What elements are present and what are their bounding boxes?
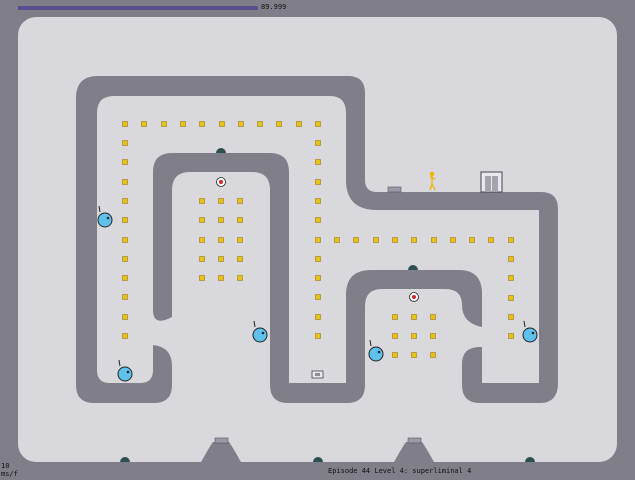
gold-piece	[122, 333, 128, 339]
gold-piece	[373, 237, 379, 243]
gold-piece	[199, 198, 205, 204]
gold-piece	[237, 275, 243, 281]
gold-piece	[218, 237, 224, 243]
frame-time-unit: ms/f	[1, 470, 18, 478]
gold-piece	[237, 217, 243, 223]
gold-piece	[237, 198, 243, 204]
mine	[216, 177, 226, 187]
gold-piece	[469, 237, 475, 243]
gold-piece	[218, 217, 224, 223]
gold-piece	[508, 295, 514, 301]
gold-piece	[315, 256, 321, 262]
gold-piece	[219, 121, 225, 127]
game-playfield	[18, 17, 617, 462]
gold-piece	[122, 275, 128, 281]
gold-piece	[392, 314, 398, 320]
gold-piece	[218, 198, 224, 204]
gold-piece	[315, 198, 321, 204]
launch-pad	[407, 437, 422, 444]
gold-piece	[411, 352, 417, 358]
level-name: Episode 44 Level 4: superliminal 4	[328, 467, 472, 475]
gold-piece	[315, 237, 321, 243]
gold-piece	[411, 237, 417, 243]
exit-door	[480, 171, 503, 193]
gold-piece	[122, 314, 128, 320]
gold-piece	[180, 121, 186, 127]
gold-piece	[508, 237, 514, 243]
gold-piece	[353, 237, 359, 243]
gold-piece	[122, 198, 128, 204]
gold-piece	[141, 121, 147, 127]
frame-time: 10 ms/f	[1, 462, 18, 478]
gold-piece	[411, 333, 417, 339]
gold-piece	[122, 217, 128, 223]
gold-piece	[450, 237, 456, 243]
gold-piece	[199, 217, 205, 223]
gold-piece	[218, 256, 224, 262]
gold-piece	[315, 314, 321, 320]
gold-piece	[315, 179, 321, 185]
gold-piece	[199, 256, 205, 262]
gold-piece	[315, 275, 321, 281]
launch-pad	[387, 186, 402, 193]
gold-piece	[122, 140, 128, 146]
gold-piece	[334, 237, 340, 243]
gold-piece	[122, 121, 128, 127]
gold-piece	[276, 121, 282, 127]
gold-piece	[122, 294, 128, 300]
gold-piece	[237, 256, 243, 262]
gold-piece	[199, 275, 205, 281]
gold-piece	[122, 179, 128, 185]
gold-piece	[122, 237, 128, 243]
launch-pad	[214, 437, 229, 444]
gold-piece	[508, 314, 514, 320]
gold-piece	[315, 333, 321, 339]
gold-piece	[488, 237, 494, 243]
gold-piece	[199, 237, 205, 243]
gold-piece	[296, 121, 302, 127]
gold-piece	[508, 333, 514, 339]
gold-piece	[315, 121, 321, 127]
gold-piece	[430, 333, 436, 339]
gold-piece	[237, 237, 243, 243]
gold-piece	[315, 217, 321, 223]
gold-piece	[430, 314, 436, 320]
gold-piece	[315, 140, 321, 146]
gold-piece	[161, 121, 167, 127]
gold-piece	[508, 275, 514, 281]
frame-time-value: 10	[1, 462, 10, 470]
mine	[409, 292, 419, 302]
gold-piece	[392, 237, 398, 243]
gold-piece	[257, 121, 263, 127]
gold-piece	[199, 121, 205, 127]
gold-piece	[122, 159, 128, 165]
gold-piece	[218, 275, 224, 281]
gold-piece	[315, 159, 321, 165]
gold-piece	[431, 237, 437, 243]
gold-piece	[392, 333, 398, 339]
gold-piece	[392, 352, 398, 358]
gold-piece	[315, 294, 321, 300]
gold-piece	[411, 314, 417, 320]
gold-piece	[508, 256, 514, 262]
gold-piece	[122, 256, 128, 262]
gold-piece	[238, 121, 244, 127]
gold-piece	[430, 352, 436, 358]
